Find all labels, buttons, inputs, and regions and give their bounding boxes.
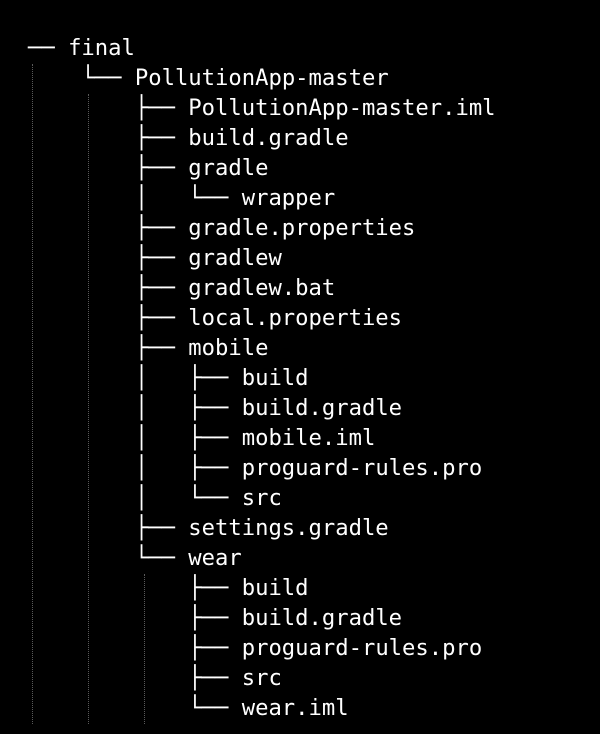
tree-row: ── final — [28, 33, 135, 63]
tree-row: ├── proguard-rules.pro — [28, 633, 482, 663]
tree-entry-name: PollutionApp-master.iml — [188, 95, 496, 121]
tree-row: ├── build.gradle — [28, 123, 349, 153]
tree-entry-name: PollutionApp-master — [134, 65, 389, 91]
tree-branch-glyph: ├── — [28, 245, 189, 271]
tree-branch-glyph: │ ├── — [28, 455, 242, 481]
tree-entry-name: mobile — [188, 335, 269, 361]
tree-row: └── wear — [28, 543, 242, 573]
tree-row: │ ├── mobile.iml — [28, 423, 375, 453]
tree-entry-name: build.gradle — [188, 125, 349, 151]
tree-branch-glyph: ├── — [28, 575, 242, 601]
tree-row: └── wear.iml — [28, 693, 349, 723]
directory-tree: ── final └── PollutionApp-master ├── Pol… — [0, 0, 600, 734]
tree-entry-name: wrapper — [241, 185, 336, 211]
tree-row: ├── src — [28, 663, 282, 693]
tree-row: ├── gradlew — [28, 243, 282, 273]
tree-row: ├── gradle.properties — [28, 213, 416, 243]
tree-row: ├── build.gradle — [28, 603, 402, 633]
tree-branch-glyph: ├── — [28, 275, 189, 301]
tree-entry-name: settings.gradle — [188, 515, 389, 541]
tree-branch-glyph: │ ├── — [28, 425, 242, 451]
tree-row: │ └── src — [28, 483, 282, 513]
tree-entry-name: build — [241, 575, 309, 601]
tree-branch-glyph: ├── — [28, 95, 189, 121]
tree-entry-name: build.gradle — [241, 395, 403, 421]
tree-row: ├── build — [28, 573, 309, 603]
tree-branch-glyph: ├── — [28, 605, 242, 631]
tree-entry-name: wear — [188, 545, 242, 571]
tree-entry-name: wear.iml — [241, 695, 349, 721]
tree-row: ├── gradlew.bat — [28, 273, 335, 303]
tree-entry-name: proguard-rules.pro — [241, 455, 483, 481]
tree-entry-name: proguard-rules.pro — [241, 635, 483, 661]
tree-row: ├── local.properties — [28, 303, 402, 333]
tree-branch-glyph: ├── — [28, 515, 189, 541]
tree-branch-glyph: └── — [28, 545, 189, 571]
tree-row: ├── PollutionApp-master.iml — [28, 93, 496, 123]
tree-row: │ ├── build.gradle — [28, 393, 402, 423]
tree-branch-glyph: └── — [28, 65, 135, 91]
tree-row: └── PollutionApp-master — [28, 63, 389, 93]
tree-entry-name: gradlew.bat — [188, 275, 336, 301]
tree-branch-glyph: │ └── — [28, 185, 242, 211]
tree-entry-name: gradle — [188, 155, 269, 181]
tree-branch-glyph: └── — [28, 695, 242, 721]
tree-entry-name: gradlew — [188, 245, 282, 271]
tree-entry-name: src — [241, 485, 282, 511]
tree-entry-name: build.gradle — [241, 605, 403, 631]
tree-row: ├── mobile — [28, 333, 269, 363]
tree-branch-glyph: ├── — [28, 665, 242, 691]
tree-entry-name: local.properties — [188, 305, 403, 331]
tree-entry-name: gradle.properties — [188, 215, 416, 241]
tree-entry-name: src — [241, 665, 282, 691]
tree-entry-name: final — [68, 35, 135, 61]
tree-branch-glyph: │ ├── — [28, 395, 242, 421]
tree-branch-glyph: ├── — [28, 635, 242, 661]
tree-row: │ ├── proguard-rules.pro — [28, 453, 482, 483]
tree-entry-name: mobile.iml — [241, 425, 376, 451]
tree-row: │ ├── build — [28, 363, 309, 393]
tree-branch-glyph: ├── — [28, 125, 189, 151]
tree-row: │ └── wrapper — [28, 183, 335, 213]
tree-branch-glyph: ├── — [28, 305, 189, 331]
tree-row: ├── gradle — [28, 153, 269, 183]
tree-entry-name: build — [241, 365, 309, 391]
tree-row: ├── settings.gradle — [28, 513, 389, 543]
tree-branch-glyph: ├── — [28, 215, 189, 241]
tree-branch-glyph: ── — [28, 35, 69, 61]
tree-branch-glyph: │ └── — [28, 485, 242, 511]
tree-branch-glyph: │ ├── — [28, 365, 242, 391]
tree-branch-glyph: ├── — [28, 335, 189, 361]
tree-branch-glyph: ├── — [28, 155, 189, 181]
